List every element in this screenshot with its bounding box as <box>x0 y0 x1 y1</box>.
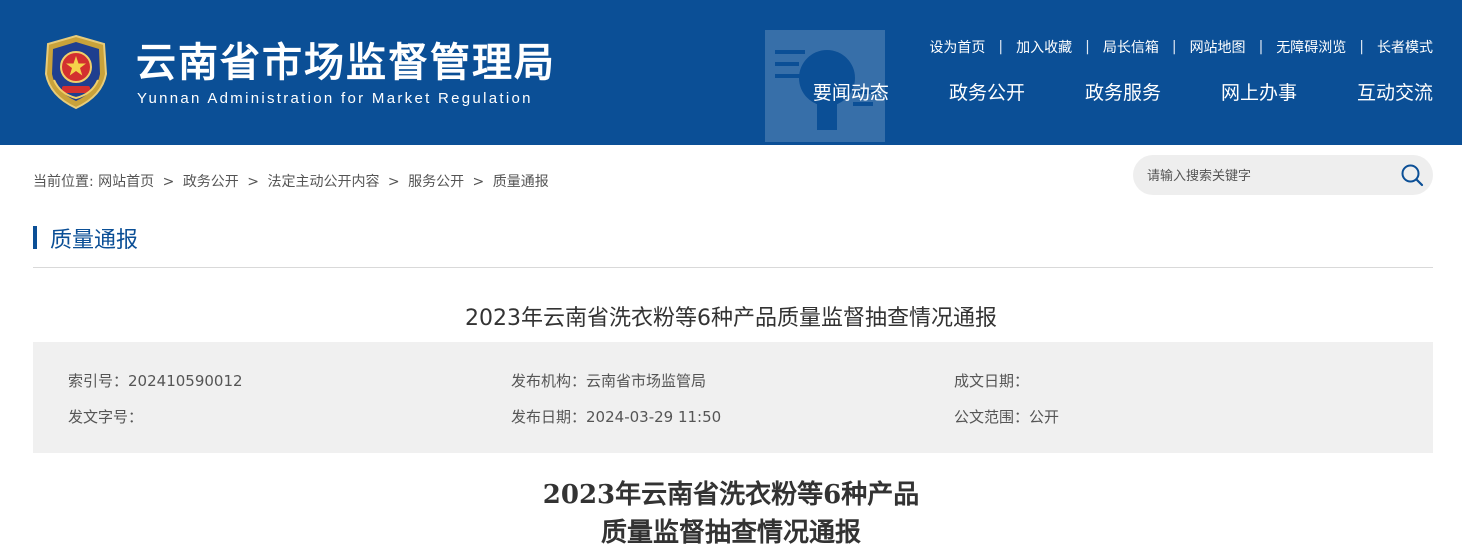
breadcrumb-prefix: 当前位置: <box>33 174 94 190</box>
article-title: 2023年云南省洗衣粉等6种产品质量监督抽查情况通报 <box>465 306 997 331</box>
meta-publisher-value: 云南省市场监管局 <box>586 372 707 390</box>
nav-news[interactable]: 要闻动态 <box>813 78 889 105</box>
link-separator: | <box>998 39 1004 55</box>
meta-publish-date: 发布日期：2024-03-29 11:50 <box>511 406 721 427</box>
breadcrumb-statutory-disclosure[interactable]: 法定主动公开内容 <box>267 174 379 190</box>
document-title-line-2: 质量监督抽查情况通报 <box>600 518 861 548</box>
link-separator: | <box>1085 39 1090 55</box>
breadcrumb-separator: > <box>162 174 175 190</box>
nav-gov-affairs-open[interactable]: 政务公开 <box>949 78 1025 105</box>
nav-gov-services[interactable]: 政务服务 <box>1085 78 1161 105</box>
site-title: 云南省市场监督管理局 <box>136 40 556 86</box>
search-input[interactable] <box>1145 163 1389 189</box>
meta-scope-value: 公开 <box>1029 408 1060 426</box>
search-icon[interactable] <box>1399 162 1425 188</box>
meta-scope-label: 公文范围： <box>954 408 1030 426</box>
meta-index-value: 202410590012 <box>128 372 243 390</box>
meta-publisher-label: 发布机构： <box>511 372 587 390</box>
breadcrumb-separator: > <box>472 174 485 190</box>
nav-interaction[interactable]: 互动交流 <box>1357 78 1433 105</box>
breadcrumb-quality-report[interactable]: 质量通报 <box>493 174 549 190</box>
link-separator: | <box>1359 39 1364 55</box>
accessibility-link[interactable]: 无障碍浏览 <box>1276 37 1346 57</box>
breadcrumb-service-disclosure[interactable]: 服务公开 <box>408 174 464 190</box>
nav-online-services[interactable]: 网上办事 <box>1221 78 1297 105</box>
section-title: 质量通报 <box>50 228 139 253</box>
director-mailbox-link[interactable]: 局长信箱 <box>1103 37 1159 57</box>
set-homepage-link[interactable]: 设为首页 <box>929 37 985 57</box>
site-header: 云南省市场监督管理局 Yunnan Administration for Mar… <box>0 0 1462 145</box>
meta-doc-number: 发文字号： <box>68 406 143 427</box>
top-links-bar: 设为首页 | 加入收藏 | 局长信箱 | 网站地图 | 无障碍浏览 | 长者模式 <box>929 37 1433 57</box>
meta-publish-date-label: 发布日期： <box>511 408 587 426</box>
meta-written-date-label: 成文日期： <box>954 372 1030 390</box>
section-accent-bar <box>33 226 37 249</box>
market-regulation-emblem-icon <box>44 34 108 110</box>
breadcrumb-home[interactable]: 网站首页 <box>98 174 154 190</box>
meta-index: 索引号：202410590012 <box>68 370 243 391</box>
section-header: 质量通报 <box>33 222 1433 268</box>
meta-doc-number-label: 发文字号： <box>68 408 144 426</box>
breadcrumb-separator: > <box>247 174 259 190</box>
meta-publisher: 发布机构：云南省市场监管局 <box>511 370 706 391</box>
main-nav: 要闻动态 政务公开 政务服务 网上办事 互动交流 <box>813 78 1433 105</box>
link-separator: | <box>1258 39 1264 55</box>
search-box <box>1133 155 1433 195</box>
document-title-line-1: 2023年云南省洗衣粉等6种产品 <box>542 480 920 510</box>
breadcrumb-gov-affairs[interactable]: 政务公开 <box>183 174 239 190</box>
add-favorite-link[interactable]: 加入收藏 <box>1016 37 1072 57</box>
breadcrumb: 当前位置: 网站首页 > 政务公开 > 法定主动公开内容 > 服务公开 > 质量… <box>33 171 549 191</box>
breadcrumb-separator: > <box>387 174 400 190</box>
meta-index-label: 索引号： <box>68 372 129 390</box>
article-meta-box: 索引号：202410590012 发布机构：云南省市场监管局 成文日期： 发文字… <box>33 342 1433 453</box>
site-subtitle: Yunnan Administration for Market Regulat… <box>137 90 533 107</box>
link-separator: | <box>1171 39 1177 55</box>
elderly-mode-link[interactable]: 长者模式 <box>1377 37 1433 57</box>
meta-publish-date-value: 2024-03-29 11:50 <box>586 408 722 426</box>
meta-scope: 公文范围：公开 <box>954 406 1059 427</box>
sitemap-link[interactable]: 网站地图 <box>1190 37 1246 57</box>
meta-written-date: 成文日期： <box>954 370 1029 391</box>
document-title: 2023年云南省洗衣粉等6种产品 质量监督抽查情况通报 <box>0 476 1462 552</box>
